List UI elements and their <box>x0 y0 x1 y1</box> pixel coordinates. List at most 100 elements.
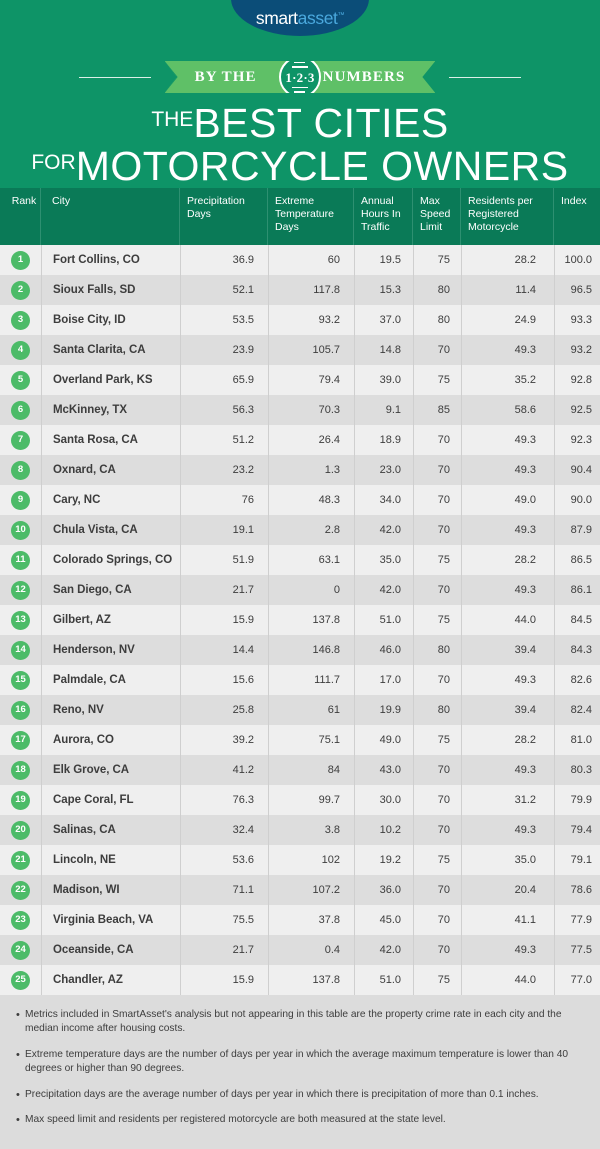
city-name: Overland Park, KS <box>53 374 153 386</box>
rank-cell: 9 <box>0 485 41 515</box>
precipitation-days-cell: 56.3 <box>180 395 268 425</box>
rank-badge: 22 <box>11 880 30 900</box>
banner-rule-right <box>449 76 522 78</box>
extreme-temperature-days-cell: 75.1 <box>268 725 354 755</box>
annual-hours-in-traffic-cell: 14.8 <box>354 335 413 365</box>
max-speed-limit-cell: 70 <box>413 335 461 365</box>
max-speed-limit-cell: 70 <box>413 875 461 905</box>
emblem-number-label: 1·2·3 <box>285 69 315 85</box>
rank-cell: 23 <box>0 905 41 935</box>
extreme-temperature-days-cell: 105.7 <box>268 335 354 365</box>
rank-cell: 7 <box>0 425 41 455</box>
city-name: Colorado Springs, CO <box>53 554 173 566</box>
extreme-temperature-days-cell: 2.8 <box>268 515 354 545</box>
max-speed-limit-cell: 70 <box>413 575 461 605</box>
table-row: 8 Oxnard, CA 23.2 1.3 23.0 70 49.3 90.4 <box>0 455 600 485</box>
emblem-dash-bottom-icon <box>294 91 306 93</box>
city-cell: Overland Park, KS <box>41 365 180 395</box>
table-row: 4 Santa Clarita, CA 23.9 105.7 14.8 70 49.3 93.… <box>0 335 600 365</box>
ribbon-notch-left-icon <box>164 61 178 93</box>
extreme-temperature-days-cell: 60 <box>268 245 354 275</box>
logo-asset-text: asset <box>297 7 338 28</box>
extreme-temperature-days-cell: 111.7 <box>268 665 354 695</box>
ribbon-notch-right-icon <box>422 61 436 93</box>
footnote-text: Metrics included in SmartAsset's analysi… <box>25 1009 562 1035</box>
rank-badge: 25 <box>11 970 30 990</box>
annual-hours-in-traffic-cell: 36.0 <box>354 875 413 905</box>
max-speed-limit-cell: 70 <box>413 755 461 785</box>
annual-hours-in-traffic-cell: 51.0 <box>354 965 413 995</box>
city-cell: Sioux Falls, SD <box>41 275 180 305</box>
city-cell: Madison, WI <box>41 875 180 905</box>
annual-hours-in-traffic-cell: 42.0 <box>354 935 413 965</box>
city-name: Oceanside, CA <box>53 944 134 956</box>
index-cell: 77.0 <box>554 965 600 995</box>
emblem-dash-top-icon <box>294 61 306 63</box>
annual-hours-in-traffic-cell: 37.0 <box>354 305 413 335</box>
column-header-city: City <box>41 188 180 245</box>
footnotes-section: • Metrics included in SmartAsset's analys… <box>0 995 600 1149</box>
index-cell: 79.4 <box>554 815 600 845</box>
city-name: Chula Vista, CA <box>53 524 138 536</box>
table-row: 18 Elk Grove, CA 41.2 84 43.0 70 49.3 80.3 <box>0 755 600 785</box>
footnote-item: • Extreme temperature days are the number… <box>16 1048 584 1077</box>
column-header-annual-hours-in-traffic: Annual Hours In Traffic <box>354 188 413 245</box>
rank-cell: 12 <box>0 575 41 605</box>
max-speed-limit-cell: 70 <box>413 515 461 545</box>
table-row: 15 Palmdale, CA 15.6 111.7 17.0 70 49.3 82.6 <box>0 665 600 695</box>
index-cell: 84.5 <box>554 605 600 635</box>
city-cell: Cary, NC <box>41 485 180 515</box>
bullet-icon: • <box>16 1009 20 1021</box>
rank-cell: 22 <box>0 875 41 905</box>
precipitation-days-cell: 75.5 <box>180 905 268 935</box>
max-speed-limit-cell: 75 <box>413 965 461 995</box>
max-speed-limit-cell: 75 <box>413 605 461 635</box>
title-line-one: THEBEST CITIES <box>0 103 600 144</box>
extreme-temperature-days-cell: 1.3 <box>268 455 354 485</box>
table-row: 5 Overland Park, KS 65.9 79.4 39.0 75 35.2 92.8 <box>0 365 600 395</box>
logo-smart-text: smart <box>255 7 298 28</box>
city-name: Gilbert, AZ <box>53 614 111 626</box>
residents-per-motorcycle-cell: 44.0 <box>461 605 554 635</box>
numbers-emblem-icon: 1·2·3 <box>278 61 321 93</box>
rank-cell: 5 <box>0 365 41 395</box>
city-cell: Colorado Springs, CO <box>41 545 180 575</box>
precipitation-days-cell: 53.5 <box>180 305 268 335</box>
rank-badge: 2 <box>11 280 30 300</box>
emblem-dash-lower-icon <box>291 86 308 88</box>
extreme-temperature-days-cell: 93.2 <box>268 305 354 335</box>
max-speed-limit-cell: 80 <box>413 635 461 665</box>
max-speed-limit-cell: 70 <box>413 905 461 935</box>
city-name: Aurora, CO <box>53 734 114 746</box>
extreme-temperature-days-cell: 117.8 <box>268 275 354 305</box>
city-cell: Henderson, NV <box>41 635 180 665</box>
title-prefix-for: FOR <box>31 150 76 174</box>
city-name: Lincoln, NE <box>53 854 116 866</box>
annual-hours-in-traffic-cell: 42.0 <box>354 575 413 605</box>
logo-text: smartasset™ <box>255 7 345 28</box>
index-cell: 78.6 <box>554 875 600 905</box>
rank-badge: 18 <box>11 760 30 780</box>
title-prefix-the: THE <box>151 108 194 131</box>
index-cell: 79.9 <box>554 785 600 815</box>
rank-badge: 14 <box>11 640 30 660</box>
extreme-temperature-days-cell: 0 <box>268 575 354 605</box>
city-cell: Reno, NV <box>41 695 180 725</box>
max-speed-limit-cell: 70 <box>413 455 461 485</box>
max-speed-limit-cell: 70 <box>413 935 461 965</box>
index-cell: 90.0 <box>554 485 600 515</box>
rankings-table: Rank City Precipitation Days Extreme Tem… <box>0 188 600 995</box>
table-row: 20 Salinas, CA 32.4 3.8 10.2 70 49.3 79.4 <box>0 815 600 845</box>
index-cell: 92.5 <box>554 395 600 425</box>
table-row: 19 Cape Coral, FL 76.3 99.7 30.0 70 31.2 79.9 <box>0 785 600 815</box>
max-speed-limit-cell: 70 <box>413 785 461 815</box>
index-cell: 82.6 <box>554 665 600 695</box>
rank-cell: 15 <box>0 665 41 695</box>
extreme-temperature-days-cell: 99.7 <box>268 785 354 815</box>
annual-hours-in-traffic-cell: 19.9 <box>354 695 413 725</box>
residents-per-motorcycle-cell: 28.2 <box>461 245 554 275</box>
rank-badge: 24 <box>11 940 30 960</box>
index-cell: 77.5 <box>554 935 600 965</box>
precipitation-days-cell: 65.9 <box>180 365 268 395</box>
table-row: 25 Chandler, AZ 15.9 137.8 51.0 75 44.0 77.0 <box>0 965 600 995</box>
